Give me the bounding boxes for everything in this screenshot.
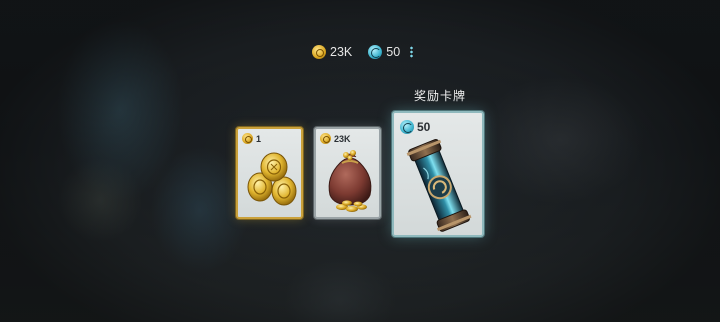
- reward-card-crystal-canister[interactable]: 50: [392, 111, 484, 237]
- more-dots-icon[interactable]: [410, 46, 414, 58]
- card-quantity-value: 23K: [334, 133, 351, 144]
- currency-bar: 23K 50: [312, 42, 414, 62]
- card-quantity: 50: [400, 120, 430, 134]
- orb-balance: 50: [368, 45, 400, 59]
- teal-swirl-icon: [368, 45, 383, 59]
- crystal-canister-icon: [406, 138, 472, 232]
- card-quantity-value: 1: [256, 133, 262, 144]
- orb-balance-value: 50: [386, 45, 401, 59]
- gold-coin-icon: [320, 133, 331, 144]
- reward-card-gold-coins[interactable]: 1: [236, 127, 303, 219]
- coin-balance: 23K: [312, 45, 352, 59]
- coin-balance-value: 23K: [330, 45, 353, 59]
- gold-coins-icon: [247, 152, 297, 206]
- reward-cards-title: 奖励卡牌: [413, 89, 466, 103]
- card-quantity: 1: [242, 133, 261, 144]
- card-quantity-value: 50: [417, 120, 431, 134]
- card-quantity: 23K: [320, 133, 351, 144]
- gold-coin-icon: [242, 133, 253, 144]
- reward-card-coin-bag[interactable]: 23K: [314, 127, 381, 219]
- gold-coin-icon: [312, 45, 326, 59]
- teal-swirl-icon: [400, 120, 414, 134]
- coin-bag-icon: [328, 150, 372, 212]
